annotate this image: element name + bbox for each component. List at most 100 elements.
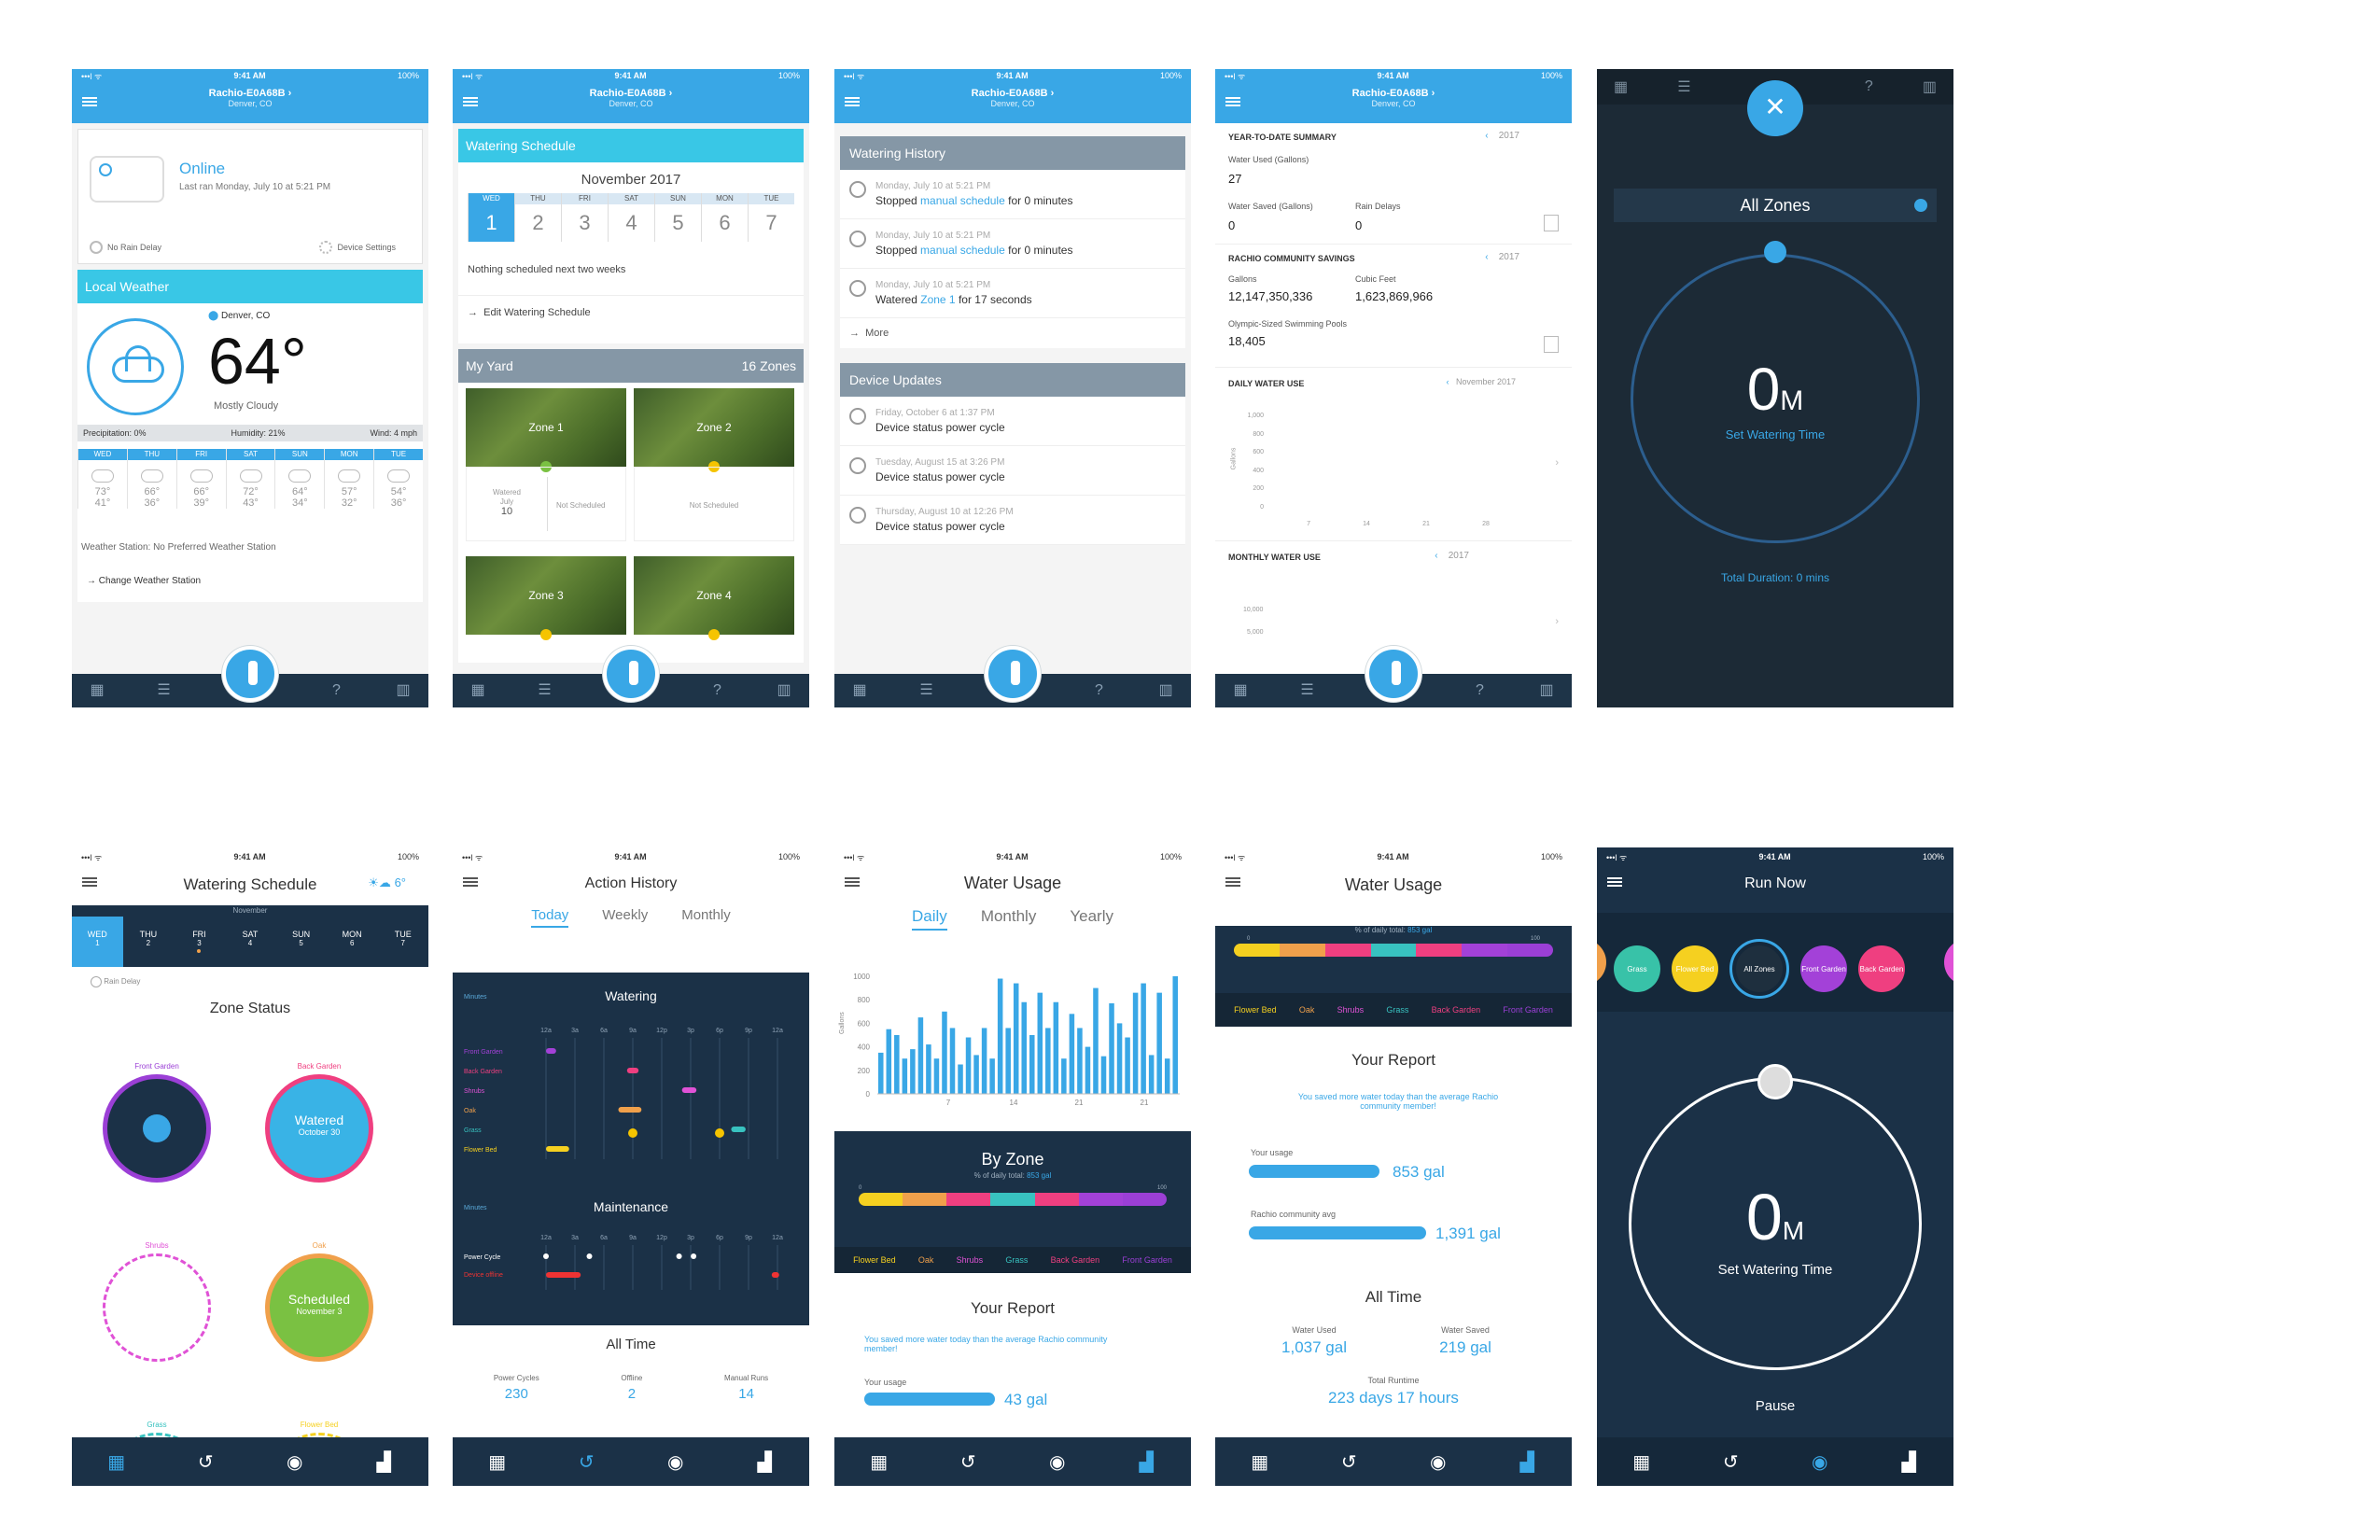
zone-chip[interactable]: Grass <box>1614 945 1660 992</box>
device-name[interactable]: Rachio-E0A68B <box>590 88 666 99</box>
history-link[interactable]: Zone 1 <box>920 293 955 306</box>
calendar-day[interactable]: SUN 5 <box>654 193 701 242</box>
menu-icon[interactable] <box>463 877 478 887</box>
usage-icon[interactable]: ▥ <box>1923 77 1937 96</box>
chevron-right-icon[interactable]: › <box>1555 457 1559 469</box>
dashboard-icon[interactable]: ▦ <box>486 1450 509 1474</box>
usage-icon[interactable]: ▥ <box>1538 682 1555 699</box>
zone-card[interactable]: Zone 1 <box>466 388 626 472</box>
tab-daily[interactable]: Daily <box>912 907 947 931</box>
dashboard-icon[interactable]: ▦ <box>1232 682 1249 699</box>
menu-icon[interactable] <box>1607 877 1622 887</box>
history-item[interactable]: Friday, October 6 at 1:37 PM Device statu… <box>840 397 1185 446</box>
usage-icon[interactable]: ▟ <box>372 1450 395 1474</box>
calendar-day[interactable]: SAT 4 <box>225 917 276 967</box>
history-icon[interactable]: ↺ <box>957 1450 979 1474</box>
history-item[interactable]: Monday, July 10 at 5:21 PM Watered Zone 1… <box>840 269 1185 318</box>
device-settings-button[interactable]: Device Settings <box>319 241 396 254</box>
history-icon[interactable]: ↺ <box>1337 1450 1360 1474</box>
share-icon[interactable] <box>1544 215 1559 231</box>
calendar-day[interactable]: MON 6 <box>701 193 748 242</box>
dial-handle[interactable] <box>1757 1064 1793 1099</box>
zone-status-item[interactable]: Oak Scheduled November 3 <box>259 1241 380 1381</box>
zone-chip[interactable]: Front Garden <box>1800 945 1847 992</box>
zone-card[interactable]: Zone 2 <box>634 388 794 472</box>
tab-monthly[interactable]: Monthly <box>981 907 1037 931</box>
history-link[interactable]: manual schedule <box>920 194 1005 207</box>
close-icon[interactable]: ✕ <box>1747 80 1803 136</box>
dashboard-icon[interactable]: ▦ <box>1614 77 1628 96</box>
history-item[interactable]: Thursday, August 10 at 12:26 PM Device st… <box>840 496 1185 545</box>
dashboard-icon[interactable]: ▦ <box>105 1450 128 1474</box>
history-link[interactable]: manual schedule <box>920 244 1005 257</box>
menu-icon[interactable] <box>82 97 97 106</box>
device-name[interactable]: Rachio-E0A68B <box>972 88 1048 99</box>
device-name[interactable]: Rachio-E0A68B <box>1352 88 1429 99</box>
share-icon[interactable] <box>1544 336 1559 353</box>
menu-icon[interactable] <box>1225 97 1240 106</box>
tab-monthly[interactable]: Monthly <box>681 907 731 928</box>
history-item[interactable]: Monday, July 10 at 5:21 PM Stopped manual… <box>840 170 1185 219</box>
menu-icon[interactable] <box>1225 877 1240 887</box>
usage-icon[interactable]: ▥ <box>776 682 792 699</box>
calendar-day[interactable]: THU 2 <box>123 917 175 967</box>
zone-chip[interactable]: Back Garden <box>1858 945 1905 992</box>
zone-status-item[interactable]: Front Garden <box>96 1062 217 1202</box>
rain-delay-button[interactable]: No Rain Delay <box>90 241 161 254</box>
calendar-day[interactable]: WED 1 <box>468 193 514 242</box>
zone-card[interactable]: Zone 3 <box>466 556 626 640</box>
history-item[interactable]: Monday, July 10 at 5:21 PM Stopped manual… <box>840 219 1185 269</box>
list-icon[interactable]: ☰ <box>156 682 173 699</box>
help-icon[interactable]: ? <box>1865 78 1873 95</box>
run-icon[interactable]: ◉ <box>665 1450 687 1474</box>
pause-button[interactable]: Pause <box>1597 1398 1953 1414</box>
history-icon[interactable]: ↺ <box>575 1450 597 1474</box>
run-icon[interactable]: ◉ <box>1046 1450 1069 1474</box>
usage-icon[interactable]: ▟ <box>1897 1450 1920 1474</box>
menu-icon[interactable] <box>463 97 478 106</box>
usage-icon[interactable]: ▥ <box>1157 682 1174 699</box>
run-now-button[interactable] <box>603 646 659 702</box>
zone-status-item[interactable]: Shrubs <box>96 1241 217 1381</box>
help-icon[interactable]: ? <box>329 682 345 699</box>
calendar-day[interactable]: MON 6 <box>327 917 378 967</box>
device-name[interactable]: Rachio-E0A68B <box>209 88 286 99</box>
help-icon[interactable]: ? <box>1472 682 1489 699</box>
calendar-day[interactable]: FRI 3 <box>561 193 608 242</box>
list-icon[interactable]: ☰ <box>537 682 553 699</box>
dashboard-icon[interactable]: ▦ <box>868 1450 890 1474</box>
prev-year-icon[interactable]: ‹ <box>1485 131 1488 141</box>
run-icon[interactable]: ◉ <box>1427 1450 1449 1474</box>
usage-icon[interactable]: ▟ <box>1135 1450 1157 1474</box>
history-icon[interactable]: ↺ <box>194 1450 217 1474</box>
help-icon[interactable]: ? <box>709 682 726 699</box>
help-icon[interactable]: ? <box>1091 682 1108 699</box>
zone-chip[interactable]: Flower Bed <box>1672 945 1718 992</box>
dial-handle[interactable] <box>1764 241 1786 263</box>
usage-icon[interactable]: ▥ <box>395 682 412 699</box>
run-icon[interactable]: ◉ <box>284 1450 306 1474</box>
history-icon[interactable]: ↺ <box>1719 1450 1742 1474</box>
calendar-day[interactable]: TUE 7 <box>377 917 428 967</box>
edit-schedule-link[interactable]: → Edit Watering Schedule <box>458 296 804 329</box>
zone-chip[interactable]: All Zones <box>1729 939 1789 999</box>
calendar-day[interactable]: WED 1 <box>72 917 123 967</box>
run-now-button[interactable] <box>222 646 278 702</box>
calendar-day[interactable]: TUE 7 <box>748 193 794 242</box>
menu-icon[interactable] <box>845 97 860 106</box>
usage-icon[interactable]: ▟ <box>1516 1450 1538 1474</box>
menu-icon[interactable] <box>82 877 97 887</box>
dashboard-icon[interactable]: ▦ <box>851 682 868 699</box>
usage-icon[interactable]: ▟ <box>753 1450 776 1474</box>
calendar-day[interactable]: THU 2 <box>514 193 561 242</box>
change-weather-station[interactable]: → Change Weather Station <box>87 576 201 586</box>
calendar-day[interactable]: FRI 3 <box>174 917 225 967</box>
zone-card[interactable]: Zone 4 <box>634 556 794 640</box>
dashboard-icon[interactable]: ▦ <box>1631 1450 1653 1474</box>
tab-today[interactable]: Today <box>531 907 569 928</box>
run-now-button[interactable] <box>985 646 1041 702</box>
history-item[interactable]: Tuesday, August 15 at 3:26 PM Device stat… <box>840 446 1185 496</box>
calendar-day[interactable]: SUN 5 <box>275 917 327 967</box>
weather-badge[interactable]: ☀☁ 6° <box>368 875 406 890</box>
tab-weekly[interactable]: Weekly <box>602 907 648 928</box>
